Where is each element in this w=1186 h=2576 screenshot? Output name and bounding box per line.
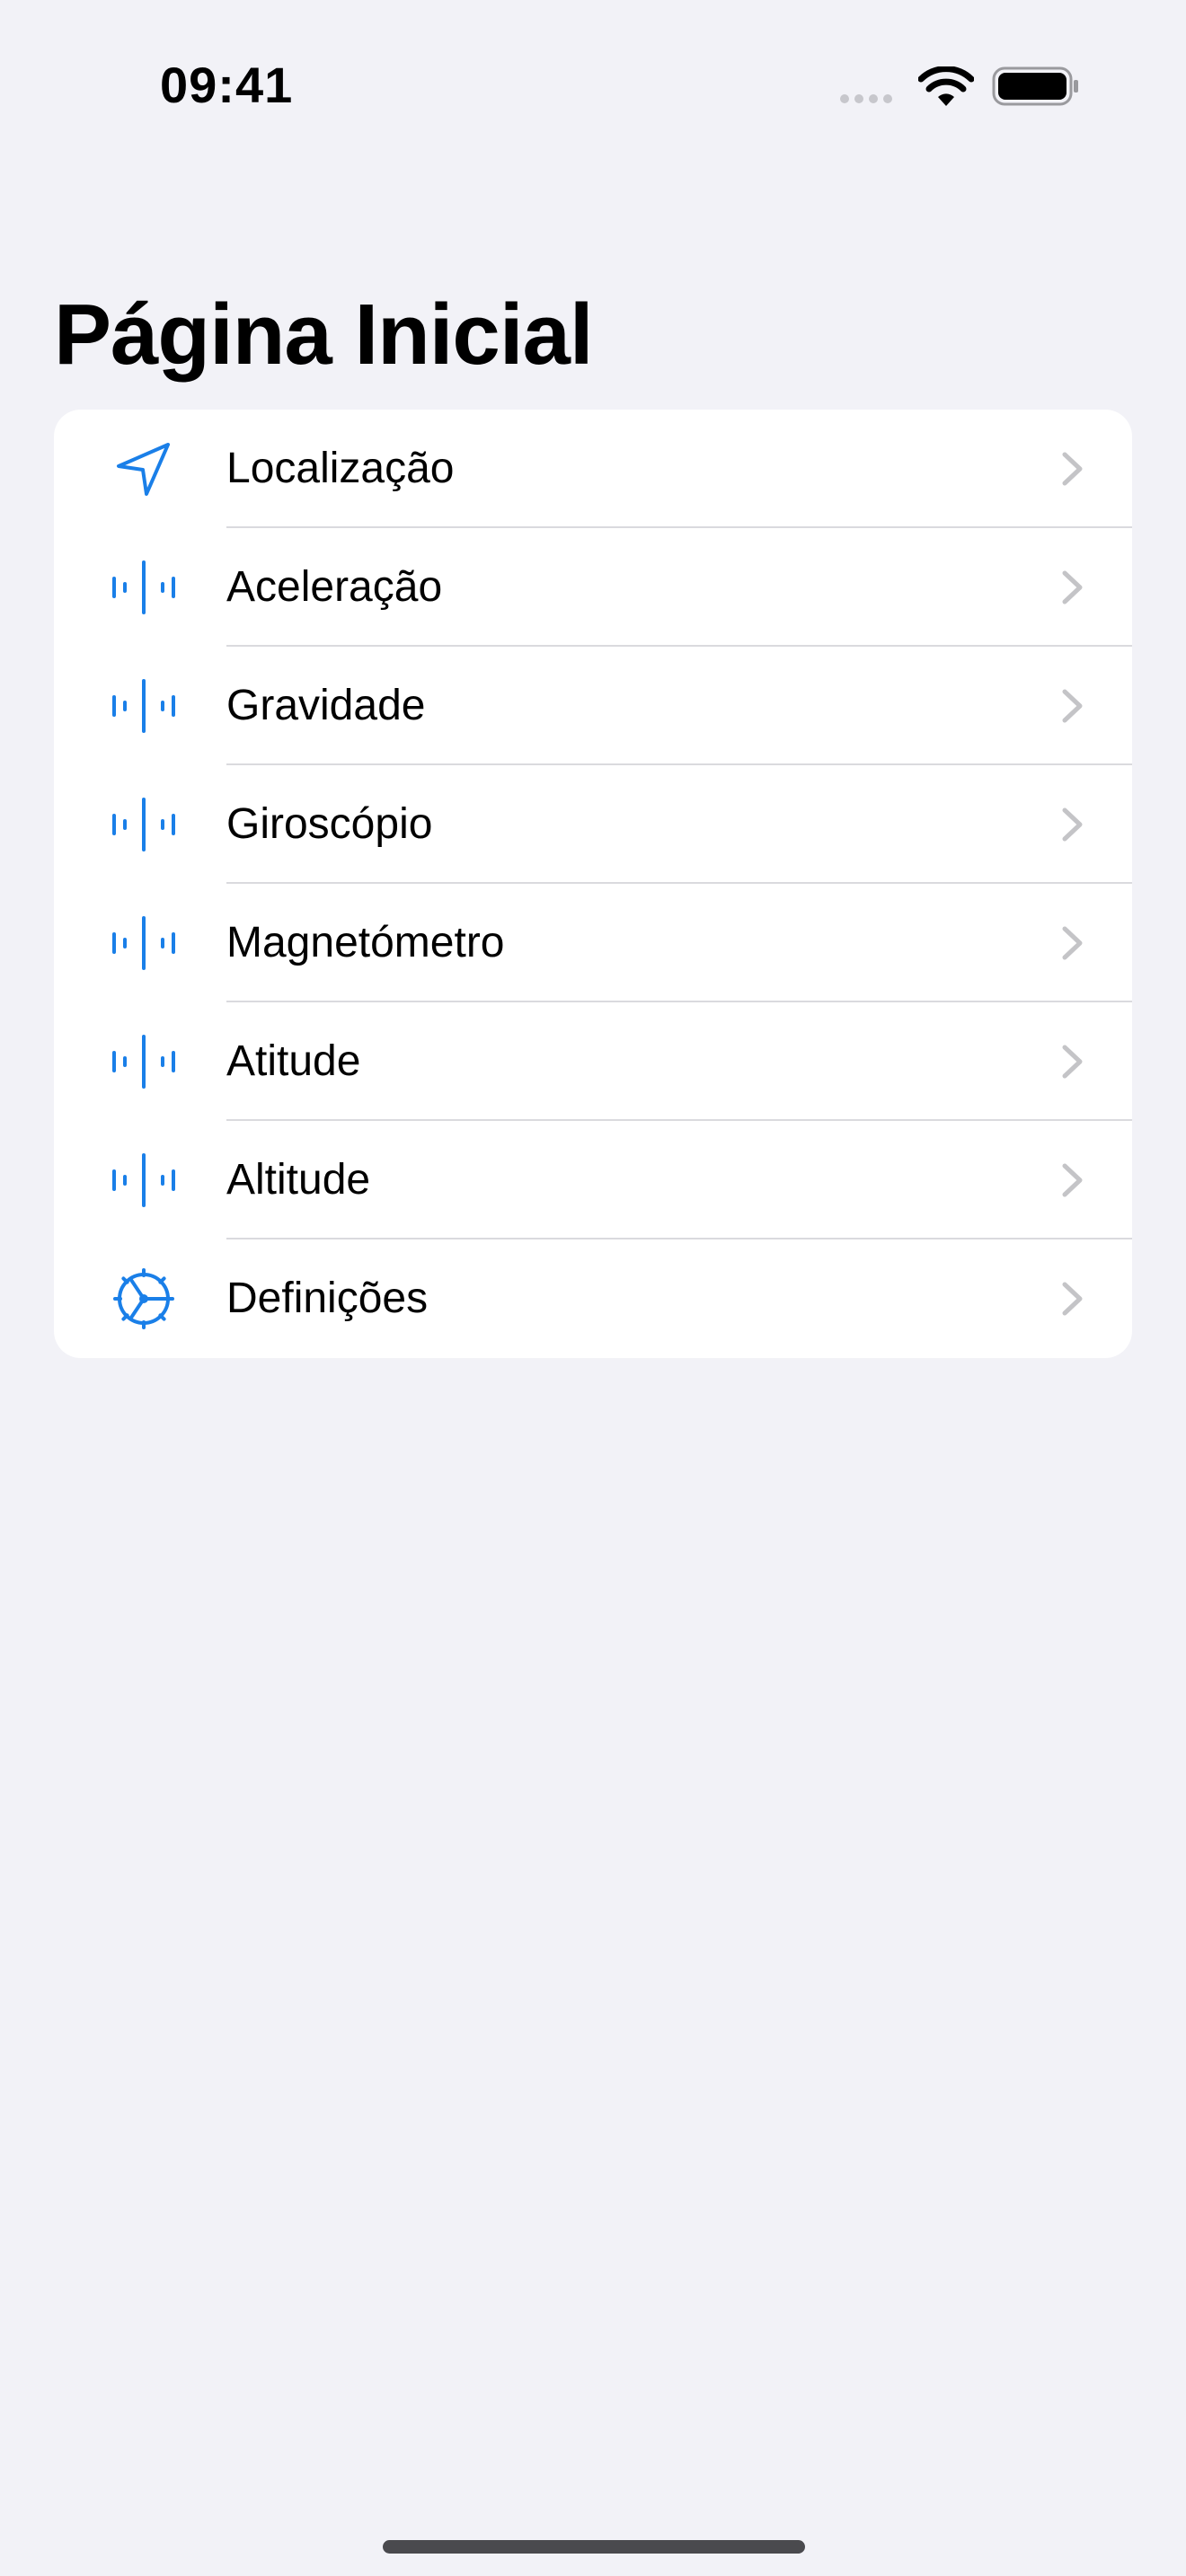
chevron-right-icon: [1062, 689, 1083, 723]
battery-icon: [992, 66, 1078, 106]
status-icons: [836, 63, 1087, 110]
list-item-label: Definições: [226, 1275, 429, 1322]
list-item-gravidade[interactable]: Gravidade: [54, 647, 1132, 765]
waveform-icon: [110, 1033, 178, 1090]
list-item-giroscopio[interactable]: Giroscópio: [54, 765, 1132, 884]
list-item-definicoes[interactable]: Definições: [54, 1239, 1132, 1358]
waveform-icon: [110, 1151, 178, 1209]
home-indicator[interactable]: [383, 2540, 805, 2554]
list-item-aceleracao[interactable]: Aceleração: [54, 528, 1132, 647]
list-item-label: Aceleração: [226, 563, 443, 611]
location-arrow-icon: [110, 440, 178, 498]
gear-icon: [110, 1268, 178, 1329]
chevron-right-icon: [1062, 807, 1083, 842]
page-title: Página Inicial: [54, 287, 594, 383]
list-item-altitude[interactable]: Altitude: [54, 1121, 1132, 1239]
list-item-label: Atitude: [226, 1037, 361, 1085]
menu-list: Localização Aceleração Gravidade Giroscó…: [54, 410, 1132, 1358]
list-item-atitude[interactable]: Atitude: [54, 1002, 1132, 1121]
status-bar: 09:41: [0, 0, 1186, 171]
chevron-right-icon: [1062, 926, 1083, 960]
status-time: 09:41: [160, 57, 294, 113]
list-item-label: Magnetómetro: [226, 919, 505, 966]
list-item-magnetometro[interactable]: Magnetómetro: [54, 884, 1132, 1002]
waveform-icon: [110, 796, 178, 853]
chevron-right-icon: [1062, 1163, 1083, 1197]
waveform-icon: [110, 914, 178, 972]
list-item-label: Altitude: [226, 1156, 371, 1204]
wifi-icon: [918, 66, 974, 106]
chevron-right-icon: [1062, 1282, 1083, 1316]
chevron-right-icon: [1062, 452, 1083, 486]
chevron-right-icon: [1062, 570, 1083, 604]
list-item-label: Gravidade: [226, 682, 426, 729]
list-item-label: Localização: [226, 445, 455, 492]
list-item-localizacao[interactable]: Localização: [54, 410, 1132, 528]
chevron-right-icon: [1062, 1045, 1083, 1079]
waveform-icon: [110, 677, 178, 735]
list-item-label: Giroscópio: [226, 800, 433, 848]
waveform-icon: [110, 559, 178, 616]
